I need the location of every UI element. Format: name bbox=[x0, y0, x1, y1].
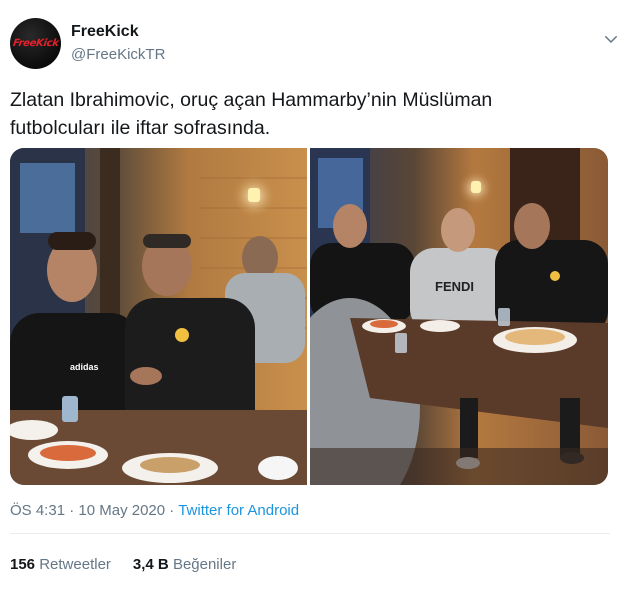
chevron-down-icon[interactable] bbox=[602, 30, 620, 48]
likes-label: Beğeniler bbox=[172, 556, 237, 573]
divider bbox=[10, 533, 610, 534]
tweet-meta: ÖS 4:31 · 10 May 2020 · Twitter for Andr… bbox=[10, 502, 299, 519]
tweet-header: FreeKick FreeKick @FreeKickTR bbox=[10, 18, 620, 70]
photo-1-jersey-text: adidas bbox=[70, 362, 99, 372]
tweet-text: Zlatan Ibrahimovic, oruç açan Hammarby’n… bbox=[10, 86, 610, 142]
retweets-stat[interactable]: 156 Retweetler bbox=[10, 556, 111, 573]
tweet-card: FreeKick FreeKick @FreeKickTR Zlatan Ibr… bbox=[0, 0, 635, 592]
account-handle[interactable]: @FreeKickTR bbox=[71, 46, 165, 63]
tweet-photo-2[interactable]: FENDI bbox=[310, 148, 608, 485]
retweets-label: Retweetler bbox=[39, 556, 111, 573]
tweet-date[interactable]: 10 May 2020 bbox=[78, 502, 165, 519]
tweet-text-line: Zlatan Ibrahimovic, oruç açan Hammarby’n… bbox=[10, 89, 493, 111]
tweet-text-line: futbolcuları ile iftar sofrasında. bbox=[10, 117, 271, 139]
meta-separator: · bbox=[169, 502, 175, 519]
avatar[interactable]: FreeKick bbox=[10, 18, 61, 69]
tweet-media: adidas FENDI bbox=[10, 148, 608, 485]
likes-count: 3,4 B bbox=[132, 556, 169, 573]
avatar-logo-text: FreeKick bbox=[11, 38, 60, 49]
tweet-photo-1[interactable]: adidas bbox=[10, 148, 307, 485]
tweet-source-link[interactable]: Twitter for Android bbox=[178, 502, 299, 519]
tweet-stats: 156 Retweetler 3,4 B Beğeniler bbox=[10, 556, 236, 573]
photo-2-image: FENDI bbox=[310, 148, 608, 485]
retweets-count: 156 bbox=[10, 556, 36, 573]
photo-1-image: adidas bbox=[10, 148, 307, 485]
likes-stat[interactable]: 3,4 B Beğeniler bbox=[133, 556, 236, 573]
meta-separator: · bbox=[69, 502, 75, 519]
account-name[interactable]: FreeKick bbox=[71, 23, 139, 41]
photo-2-sweater-text: FENDI bbox=[435, 279, 474, 294]
tweet-time[interactable]: ÖS 4:31 bbox=[10, 502, 65, 519]
